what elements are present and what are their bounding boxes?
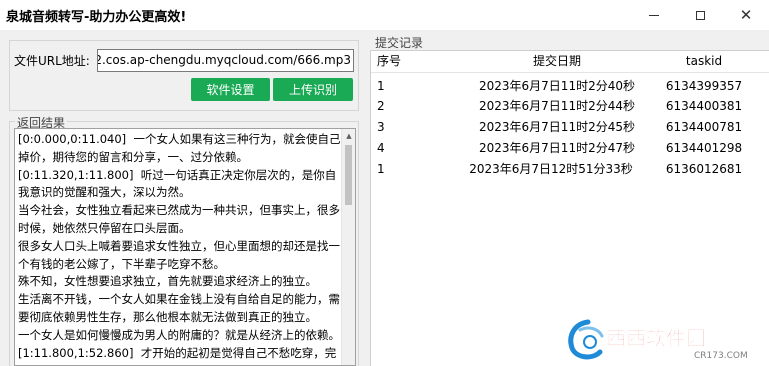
table-header: 序号 提交日期 taskid	[371, 51, 769, 73]
result-text: [0:0.000,0:11.040] 一个女人如果有这三种行为，就会使自己掉价，…	[18, 132, 341, 360]
cell-no: 1	[377, 79, 385, 93]
url-label: 文件URL地址:	[14, 54, 90, 68]
table-row[interactable]: 1 2023年6月7日12时51分33秒 6136012681	[371, 159, 769, 179]
cell-taskid: 6134400781	[665, 120, 743, 134]
cell-no: 2	[377, 99, 385, 113]
minimize-icon	[649, 14, 659, 16]
cell-taskid: 6134401298	[665, 141, 743, 155]
table-row[interactable]: 3 2023年6月7日11时2分45秒 6134400781	[371, 117, 769, 137]
cell-taskid: 6134399357	[665, 79, 743, 93]
url-input-value: 72.cos.ap-chengdu.myqcloud.com/666.mp3	[97, 53, 351, 67]
url-input[interactable]: 72.cos.ap-chengdu.myqcloud.com/666.mp3	[97, 49, 354, 72]
close-button[interactable]: ✕	[723, 0, 769, 30]
table-row[interactable]: 2 2023年6月7日11时2分44秒 6134400381	[371, 96, 769, 116]
settings-button[interactable]: 软件设置	[191, 78, 270, 101]
result-scrollbar[interactable]: ▲	[341, 129, 355, 365]
result-textarea[interactable]: [0:0.000,0:11.040] 一个女人如果有这三种行为，就会使自己掉价，…	[14, 128, 356, 366]
maximize-icon	[695, 10, 705, 20]
window-title: 泉城音频转写-助力办公更高效!	[6, 10, 187, 25]
header-date[interactable]: 提交日期	[457, 51, 657, 71]
cell-taskid: 6136012681	[665, 162, 743, 176]
watermark-brand: 西西软件园	[606, 326, 706, 350]
close-icon: ✕	[739, 5, 753, 24]
cell-date: 2023年6月7日11时2分45秒	[479, 120, 635, 134]
watermark-site: CR173.COM	[694, 351, 748, 361]
watermark-logo: 西西软件园 CR173.COM	[568, 319, 748, 361]
cell-date: 2023年6月7日12时51分33秒	[469, 162, 633, 176]
table-row[interactable]: 1 2023年6月7日11时2分40秒 6134399357	[371, 76, 769, 96]
history-caption: 提交记录	[373, 34, 426, 51]
minimize-button[interactable]	[631, 0, 677, 30]
cell-no: 1	[377, 162, 385, 176]
cell-date: 2023年6月7日11时2分40秒	[479, 79, 635, 93]
cell-taskid: 6134400381	[665, 99, 743, 113]
scroll-thumb[interactable]	[345, 145, 352, 205]
table-row[interactable]: 4 2023年6月7日11时2分47秒 6134401298	[371, 138, 769, 158]
upload-button[interactable]: 上传识别	[273, 78, 353, 101]
title-bar: 泉城音频转写-助力办公更高效! ✕	[0, 0, 769, 30]
cell-date: 2023年6月7日11时2分44秒	[479, 99, 635, 113]
header-no[interactable]: 序号	[377, 51, 401, 71]
cell-date: 2023年6月7日11时2分47秒	[479, 141, 635, 155]
cell-no: 3	[377, 120, 385, 134]
header-taskid[interactable]: taskid	[659, 51, 749, 71]
maximize-button[interactable]	[677, 0, 723, 30]
scroll-up-arrow-icon[interactable]: ▲	[342, 129, 355, 143]
watermark-swirl-icon	[568, 319, 604, 360]
cell-no: 4	[377, 141, 385, 155]
